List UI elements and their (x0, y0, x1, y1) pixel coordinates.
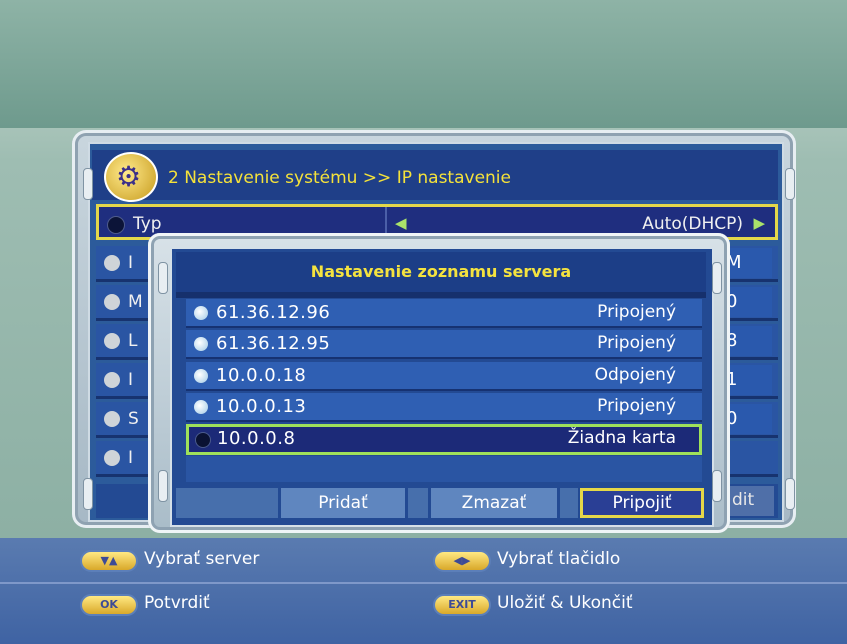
empty-server-row (186, 456, 702, 482)
server-bullet-icon (195, 432, 211, 448)
server-row[interactable]: 10.0.0.13 Pripojený (186, 393, 702, 422)
ok-key-icon: OK (80, 594, 138, 616)
frame-handle (785, 478, 795, 510)
dialog-title: Nastavenie zoznamu servera (310, 262, 572, 281)
server-ip: 10.0.0.8 (217, 428, 296, 449)
arrow-right-icon[interactable]: ▶ (753, 214, 765, 232)
exit-key-label: EXIT (448, 598, 476, 611)
connect-server-button[interactable]: Pripojiť (580, 488, 704, 518)
background-top-band (0, 0, 847, 128)
exit-key-icon: EXIT (433, 594, 491, 616)
bg-row-label-fragment: I (128, 448, 134, 468)
server-ip: 10.0.0.18 (216, 365, 307, 386)
server-bullet-icon (194, 337, 208, 351)
server-bullet-icon (194, 400, 208, 414)
ok-key-label: OK (100, 598, 118, 611)
bg-row-label-fragment: M (128, 292, 143, 312)
add-server-button-label: Pridať (318, 493, 368, 513)
dialog-handle (158, 262, 168, 294)
server-ip: 61.36.12.96 (216, 302, 331, 323)
server-status: Pripojený (597, 396, 676, 416)
dialog-button-spacer (408, 488, 428, 518)
bg-row-label-fragment: S (128, 409, 139, 429)
add-server-button[interactable]: Pridať (281, 488, 405, 518)
radio-bullet-icon (104, 372, 120, 388)
connect-server-button-label: Pripojiť (612, 493, 672, 513)
bg-row-label-fragment: L (128, 331, 138, 351)
page-title: 2 Nastavenie systému >> IP nastavenie (168, 168, 511, 188)
help-select-button: Vybrať tlačidlo (497, 549, 621, 569)
dialog-handle (158, 470, 168, 502)
help-select-server: Vybrať server (144, 549, 260, 569)
radio-bullet-icon (104, 450, 120, 466)
dialog-button-spacer (176, 488, 278, 518)
server-bullet-icon (194, 306, 208, 320)
radio-bullet-icon (107, 216, 125, 234)
bg-row-label-fragment: I (128, 370, 134, 390)
up-down-key-label: ▼▲ (100, 554, 118, 567)
server-status: Pripojený (597, 333, 676, 353)
radio-bullet-icon (104, 255, 120, 271)
typ-label: Typ (133, 214, 162, 234)
dialog-handle (712, 470, 722, 502)
server-bullet-icon (194, 369, 208, 383)
bg-row-label-fragment: I (128, 253, 134, 273)
frame-handle (83, 168, 93, 200)
dialog-button-spacer (560, 488, 578, 518)
server-ip: 10.0.0.13 (216, 396, 307, 417)
radio-bullet-icon (104, 411, 120, 427)
delete-server-button[interactable]: Zmazať (431, 488, 557, 518)
help-confirm: Potvrdiť (144, 593, 210, 613)
frame-handle (785, 168, 795, 200)
server-status: Žiadna karta (567, 428, 676, 448)
dialog-separator (176, 292, 706, 298)
server-row[interactable]: 61.36.12.95 Pripojený (186, 330, 702, 359)
server-row[interactable]: 10.0.0.18 Odpojený (186, 362, 702, 391)
delete-server-button-label: Zmazať (461, 493, 527, 513)
server-ip: 61.36.12.95 (216, 333, 331, 354)
left-right-key-label: ◀▶ (453, 554, 471, 567)
radio-bullet-icon (104, 294, 120, 310)
settings-gear-icon: ⚙ (104, 152, 158, 202)
frame-handle (83, 478, 93, 510)
server-row[interactable]: 61.36.12.96 Pripojený (186, 299, 702, 328)
bg-edit-button-label: dit (732, 490, 755, 510)
left-right-key-icon: ◀▶ (433, 550, 491, 572)
help-save-exit: Uložiť & Ukončiť (497, 593, 633, 613)
dialog-title-bar: Nastavenie zoznamu servera (176, 252, 706, 292)
server-status: Pripojený (597, 302, 676, 322)
radio-bullet-icon (104, 333, 120, 349)
typ-value: Auto(DHCP) (642, 214, 743, 234)
server-status: Odpojený (594, 365, 676, 385)
arrow-left-icon[interactable]: ◀ (395, 214, 407, 232)
dialog-handle (712, 262, 722, 294)
server-row-selected[interactable]: 10.0.0.8 Žiadna karta (186, 424, 702, 455)
up-down-key-icon: ▼▲ (80, 550, 138, 572)
